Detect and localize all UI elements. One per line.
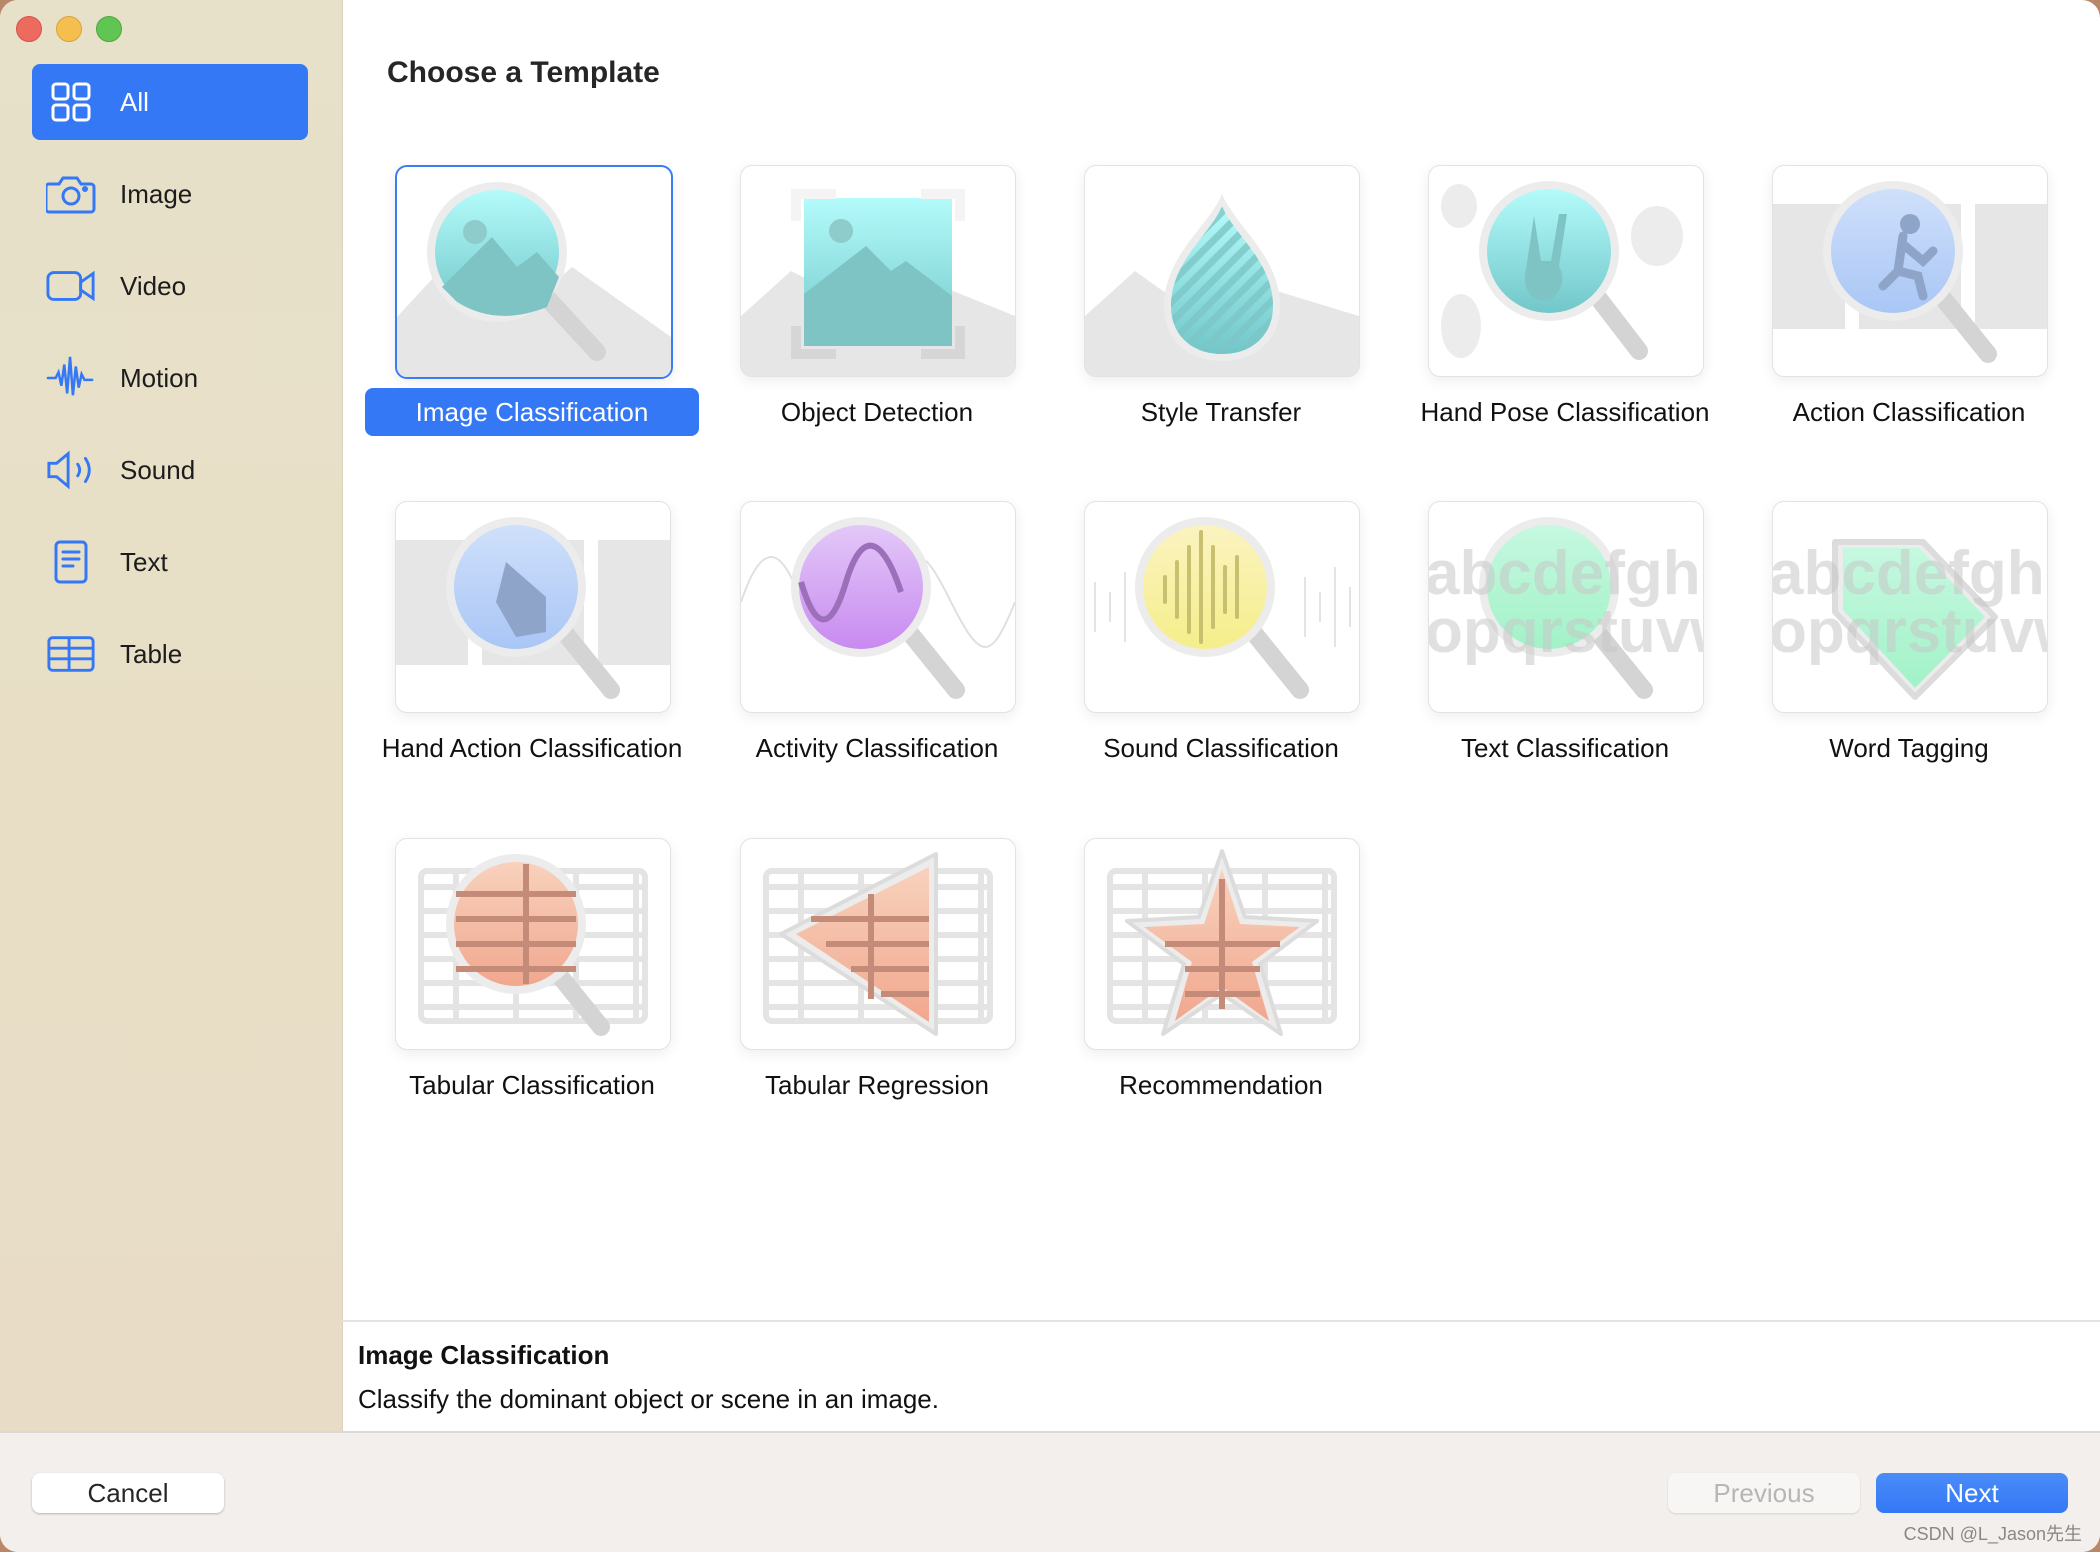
sidebar-item-motion[interactable]: Motion <box>32 340 308 416</box>
image-magnifier-icon <box>397 182 671 377</box>
close-window-button[interactable] <box>16 16 42 42</box>
sidebar: All Image Video Motion Sound Text Table <box>0 0 343 1431</box>
sidebar-item-label: Motion <box>120 362 199 393</box>
table-icon <box>46 632 96 676</box>
template-label[interactable]: Style Transfer <box>1054 388 1388 436</box>
waveform-icon <box>46 356 96 400</box>
camera-icon <box>46 172 96 216</box>
template-label[interactable]: Word Tagging <box>1742 724 2076 772</box>
paint-drop-icon <box>1085 194 1359 376</box>
detail-divider <box>342 1320 2100 1322</box>
sidebar-item-label: Sound <box>120 454 196 485</box>
template-label[interactable]: Sound Classification <box>1054 724 1388 772</box>
wave-magnifier-icon <box>741 517 1015 699</box>
previous-button[interactable]: Previous <box>1668 1473 1860 1513</box>
video-camera-icon <box>46 264 96 308</box>
template-card-image-classification[interactable] <box>395 165 673 379</box>
template-label[interactable]: Hand Action Classification <box>365 724 699 772</box>
sidebar-item-label: Text <box>120 546 168 577</box>
zoom-window-button[interactable] <box>96 16 122 42</box>
table-triangle-icon <box>763 852 993 1036</box>
svg-text:opqrstuvw: opqrstuvw <box>1773 597 2047 666</box>
sidebar-item-label: Image <box>120 178 193 209</box>
action-magnifier-icon <box>1773 181 2047 363</box>
watermark: CSDN @L_Jason先生 <box>1903 1524 2082 1544</box>
hand-pose-magnifier-icon <box>1441 181 1683 360</box>
template-label[interactable]: Recommendation <box>1054 1061 1388 1109</box>
template-card-recommendation[interactable] <box>1084 838 1360 1050</box>
template-label[interactable]: Tabular Classification <box>365 1061 699 1109</box>
sidebar-item-text[interactable]: Text <box>32 524 308 600</box>
template-card-hand-pose-classification[interactable] <box>1428 165 1704 377</box>
svg-text:opqrstuvw: opqrstuvw <box>1429 597 1703 666</box>
sidebar-item-label: Table <box>120 638 183 669</box>
sidebar-item-label: Video <box>120 270 187 301</box>
text-tag-icon: abcdefghi opqrstuvw <box>1773 539 2047 700</box>
sidebar-item-image[interactable]: Image <box>32 156 308 232</box>
document-icon <box>46 540 96 584</box>
template-card-object-detection[interactable] <box>740 165 1016 377</box>
image-bounding-box-icon <box>741 189 1015 376</box>
table-star-icon <box>1107 849 1337 1036</box>
detail-title: Image Classification <box>358 1340 610 1370</box>
template-label[interactable]: Hand Pose Classification <box>1398 388 1732 436</box>
template-card-action-classification[interactable] <box>1772 165 2048 377</box>
template-card-activity-classification[interactable] <box>740 501 1016 713</box>
template-card-word-tagging[interactable]: abcdefghi opqrstuvw <box>1772 501 2048 713</box>
template-label[interactable]: Tabular Regression <box>710 1061 1044 1109</box>
grid-icon <box>46 80 96 124</box>
page-title: Choose a Template <box>387 56 660 89</box>
speaker-icon <box>46 448 96 492</box>
minimize-window-button[interactable] <box>56 16 82 42</box>
sidebar-item-table[interactable]: Table <box>32 616 308 692</box>
detail-description: Classify the dominant object or scene in… <box>358 1384 939 1414</box>
hand-action-magnifier-icon <box>396 517 670 699</box>
cancel-button[interactable]: Cancel <box>32 1473 224 1513</box>
template-card-hand-action-classification[interactable] <box>395 501 671 713</box>
template-label[interactable]: Action Classification <box>1742 388 2076 436</box>
template-label[interactable]: Image Classification <box>365 388 699 436</box>
sidebar-item-label: All <box>120 86 149 117</box>
next-button[interactable]: Next <box>1876 1473 2068 1513</box>
template-label[interactable]: Activity Classification <box>710 724 1044 772</box>
text-magnifier-icon: abcdefghi opqrstuvw <box>1429 517 1703 699</box>
sidebar-item-video[interactable]: Video <box>32 248 308 324</box>
create-ml-template-window: All Image Video Motion Sound Text Table … <box>0 0 2100 1552</box>
template-card-sound-classification[interactable] <box>1084 501 1360 713</box>
footer-bar: Cancel Previous Next CSDN @L_Jason先生 <box>0 1431 2100 1552</box>
template-label[interactable]: Object Detection <box>710 388 1044 436</box>
table-magnifier-icon <box>418 854 648 1036</box>
template-card-tabular-classification[interactable] <box>395 838 671 1050</box>
template-card-text-classification[interactable]: abcdefghi opqrstuvw <box>1428 501 1704 713</box>
template-card-tabular-regression[interactable] <box>740 838 1016 1050</box>
sidebar-item-all[interactable]: All <box>32 64 308 140</box>
template-label[interactable]: Text Classification <box>1398 724 1732 772</box>
template-card-style-transfer[interactable] <box>1084 165 1360 377</box>
audio-magnifier-icon <box>1094 517 1351 699</box>
sidebar-item-sound[interactable]: Sound <box>32 432 308 508</box>
